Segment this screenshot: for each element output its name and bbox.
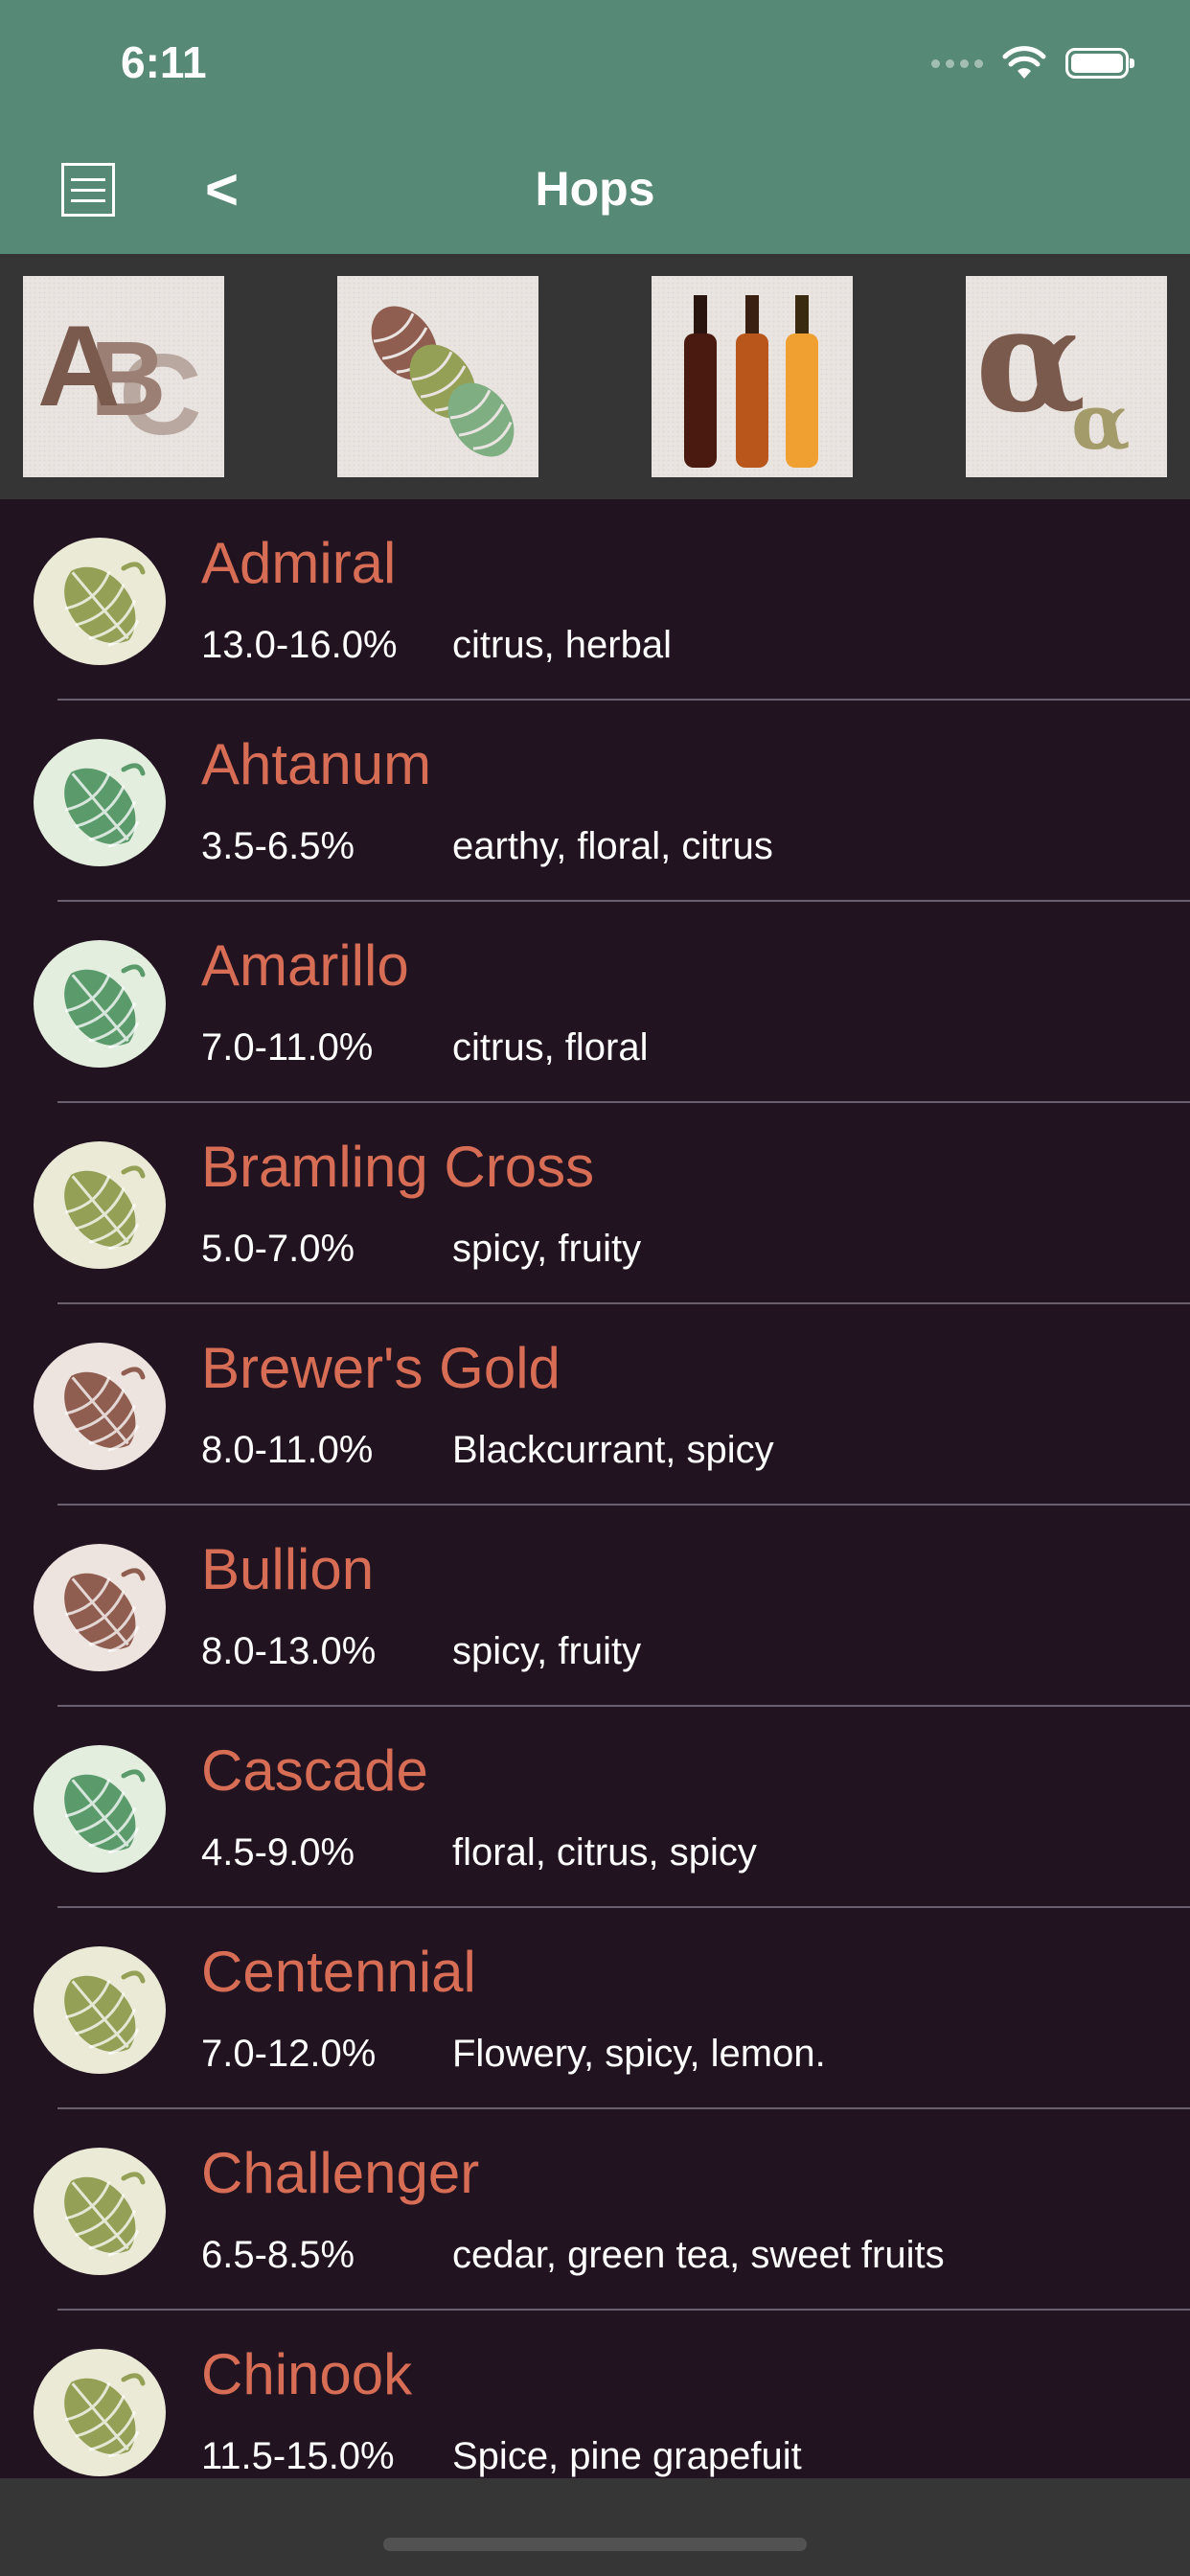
- hop-alpha-acid: 13.0-16.0%: [201, 624, 398, 666]
- list-item[interactable]: Admiral 13.0-16.0% citrus, herbal: [0, 499, 1190, 701]
- hop-alpha-acid: 11.5-15.0%: [201, 2435, 395, 2477]
- svg-text:A: A: [37, 302, 121, 430]
- wifi-icon: [1002, 46, 1046, 79]
- bottom-bar: [0, 2478, 1190, 2576]
- list-item[interactable]: Amarillo 7.0-11.0% citrus, floral: [0, 902, 1190, 1103]
- sort-alphabetical-button[interactable]: C B A: [23, 276, 224, 477]
- hop-name: Admiral: [201, 531, 397, 595]
- list-item[interactable]: Centennial 7.0-12.0% Flowery, spicy, lem…: [0, 1908, 1190, 2109]
- hop-alpha-acid: 5.0-7.0%: [201, 1228, 355, 1270]
- hop-aroma: floral, citrus, spicy: [452, 1831, 757, 1874]
- hop-cone-icon: [34, 1544, 166, 1671]
- hop-aroma: Flowery, spicy, lemon.: [452, 2033, 826, 2075]
- hop-cone-icon: [34, 2349, 166, 2476]
- home-indicator[interactable]: [383, 2538, 807, 2551]
- abc-letters-icon: C B A: [37, 302, 202, 459]
- list-item[interactable]: Brewer's Gold 8.0-11.0% Blackcurrant, sp…: [0, 1304, 1190, 1506]
- hop-name: Bullion: [201, 1537, 375, 1601]
- sort-by-hop-type-button[interactable]: [337, 276, 538, 477]
- hop-cone-icon: [34, 2148, 166, 2275]
- hop-alpha-acid: 3.5-6.5%: [201, 825, 355, 867]
- hop-cones-icon: [371, 306, 515, 457]
- hop-aroma: spicy, fruity: [452, 1630, 642, 1672]
- hop-cone-icon: [34, 1141, 166, 1269]
- hop-cone-icon: [34, 739, 166, 866]
- svg-text:α: α: [975, 276, 1086, 445]
- list-item[interactable]: Cascade 4.5-9.0% floral, citrus, spicy: [0, 1707, 1190, 1908]
- hop-name: Cascade: [201, 1738, 428, 1803]
- hop-alpha-acid: 7.0-12.0%: [201, 2033, 377, 2075]
- hop-alpha-acid: 8.0-13.0%: [201, 1630, 377, 1672]
- svg-text:α: α: [1071, 377, 1131, 467]
- hop-list[interactable]: Admiral 13.0-16.0% citrus, herbal Ahtanu…: [0, 499, 1190, 2478]
- page-title: Hops: [535, 162, 655, 216]
- hop-aroma: cedar, green tea, sweet fruits: [452, 2234, 945, 2276]
- alpha-symbol-icon: α α: [975, 276, 1131, 467]
- status-icons: [931, 44, 1134, 82]
- sort-bar: C B A α α: [0, 254, 1190, 499]
- sort-by-beer-style-button[interactable]: [652, 276, 853, 477]
- navigation-header: 6:11 < Hops: [0, 0, 1190, 254]
- hop-cone-icon: [34, 538, 166, 665]
- hop-alpha-acid: 6.5-8.5%: [201, 2234, 355, 2276]
- hop-cone-icon: [34, 1946, 166, 2074]
- hop-cone-icon: [34, 1745, 166, 1873]
- list-item[interactable]: Ahtanum 3.5-6.5% earthy, floral, citrus: [0, 701, 1190, 902]
- hop-name: Brewer's Gold: [201, 1336, 561, 1400]
- hop-name: Challenger: [201, 2141, 480, 2205]
- hop-alpha-acid: 7.0-11.0%: [201, 1026, 374, 1069]
- list-item[interactable]: Bramling Cross 5.0-7.0% spicy, fruity: [0, 1103, 1190, 1304]
- hop-name: Amarillo: [201, 933, 409, 998]
- beer-bottles-icon: [684, 295, 818, 468]
- sort-by-alpha-acid-button[interactable]: α α: [966, 276, 1167, 477]
- hop-aroma: citrus, floral: [452, 1026, 649, 1069]
- hop-aroma: spicy, fruity: [452, 1228, 642, 1270]
- hop-cone-icon: [34, 940, 166, 1068]
- hop-alpha-acid: 8.0-11.0%: [201, 1429, 374, 1471]
- hop-alpha-acid: 4.5-9.0%: [201, 1831, 355, 1874]
- status-time: 6:11: [121, 37, 207, 87]
- hop-aroma: earthy, floral, citrus: [452, 825, 773, 867]
- hop-name: Bramling Cross: [201, 1135, 595, 1199]
- hop-cone-icon: [34, 1343, 166, 1470]
- list-item[interactable]: Chinook 11.5-15.0% Spice, pine grapefuit: [0, 2311, 1190, 2478]
- hop-name: Centennial: [201, 1940, 476, 2004]
- list-item[interactable]: Bullion 8.0-13.0% spicy, fruity: [0, 1506, 1190, 1707]
- hop-name: Ahtanum: [201, 732, 432, 796]
- hop-name: Chinook: [201, 2342, 413, 2406]
- battery-icon: [1065, 48, 1134, 79]
- hop-aroma: citrus, herbal: [452, 624, 672, 666]
- list-item[interactable]: Challenger 6.5-8.5% cedar, green tea, sw…: [0, 2109, 1190, 2311]
- hop-aroma: Spice, pine grapefuit: [452, 2435, 802, 2477]
- cellular-signal-icon: [931, 58, 983, 68]
- hop-aroma: Blackcurrant, spicy: [452, 1429, 774, 1471]
